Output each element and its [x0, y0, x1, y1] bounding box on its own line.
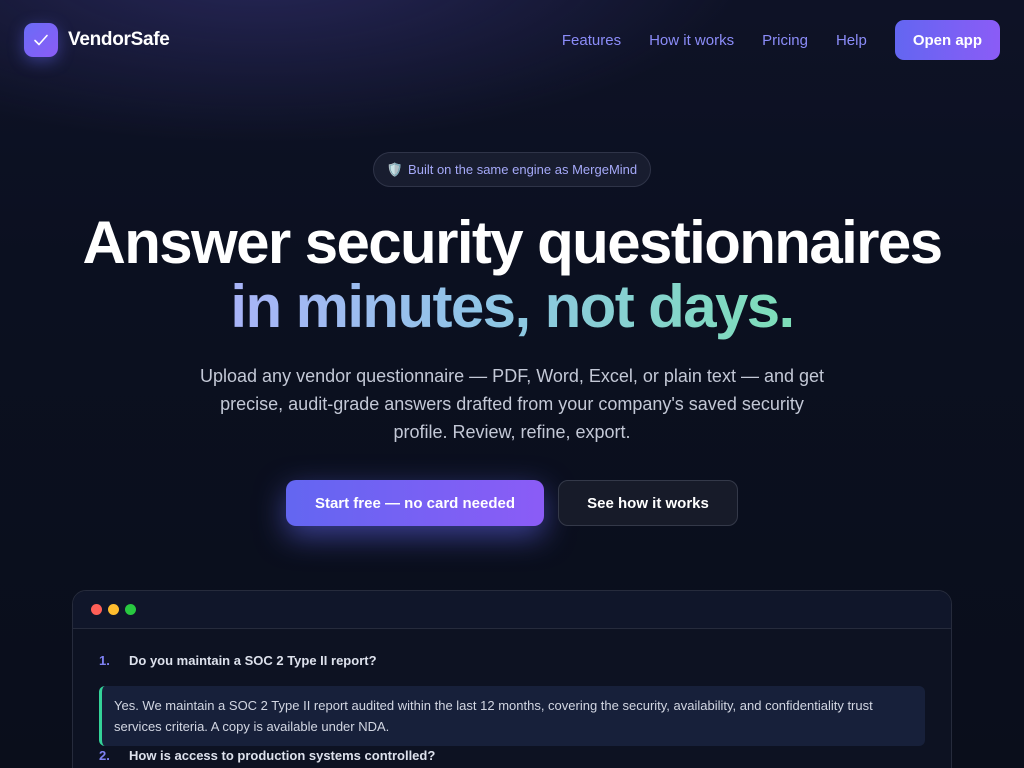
window-minimize-dot [108, 604, 119, 615]
shield-icon: 🛡️ [386, 161, 404, 177]
open-app-button[interactable]: Open app [894, 20, 1000, 60]
check-mark-glyph [34, 34, 48, 46]
question-number: 1. [99, 653, 110, 668]
check-mark-icon [24, 23, 58, 57]
question-row: 2. How is access to production systems c… [99, 748, 435, 763]
nav-link-how-it-works[interactable]: How it works [649, 32, 734, 49]
questionnaire-preview-window: 1. Do you maintain a SOC 2 Type II repor… [72, 590, 952, 768]
question-number: 2. [99, 748, 110, 763]
question-row: 1. Do you maintain a SOC 2 Type II repor… [99, 653, 377, 668]
brand-name: VendorSafe [68, 29, 170, 50]
engine-badge: 🛡️ Built on the same engine as MergeMind [373, 152, 651, 187]
nav-link-pricing[interactable]: Pricing [762, 32, 808, 49]
window-title-bar [73, 591, 951, 629]
headline-line-2: in minutes, not days. [0, 277, 1024, 337]
badge-text: Built on the same engine as MergeMind [408, 162, 638, 177]
answer-block: Yes. We maintain a SOC 2 Type II report … [99, 686, 925, 746]
nav-links: Features How it works Pricing Help Open … [562, 20, 1000, 60]
brand-logo[interactable]: VendorSafe [24, 23, 170, 57]
hero-subtext: Upload any vendor questionnaire — PDF, W… [200, 366, 824, 442]
headline-line-1: Answer security questionnaires [82, 209, 944, 276]
nav-link-help[interactable]: Help [836, 32, 867, 49]
nav-link-features[interactable]: Features [562, 32, 621, 49]
see-how-it-works-button[interactable]: See how it works [558, 480, 738, 526]
window-maximize-dot [125, 604, 136, 615]
question-text: How is access to production systems cont… [129, 748, 436, 763]
top-nav: VendorSafe Features How it works Pricing… [0, 0, 1024, 80]
headline-gradient-text: in minutes, not days. [230, 273, 795, 340]
start-free-button[interactable]: Start free — no card needed [286, 480, 544, 526]
window-close-dot [91, 604, 102, 615]
question-text: Do you maintain a SOC 2 Type II report? [129, 653, 377, 668]
